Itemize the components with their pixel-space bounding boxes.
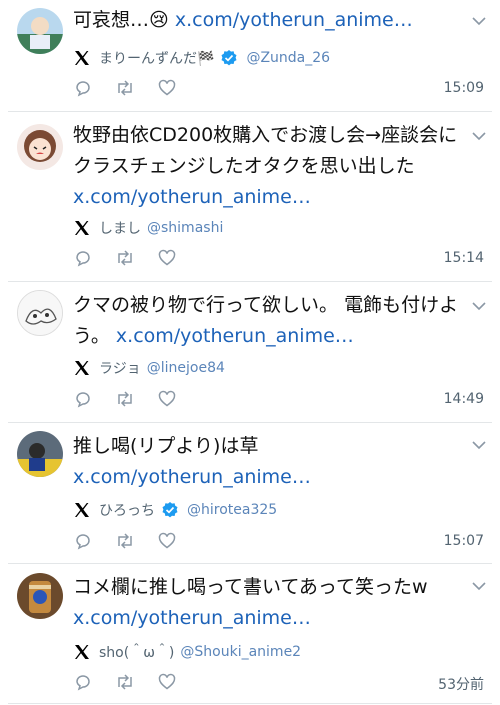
avatar[interactable] [17, 124, 63, 170]
post-body: 牧野由依CD200枚購入でお渡し会→座談会にクラスチェンジしたオタクを思い出した [73, 124, 458, 177]
chevron-down-icon[interactable] [472, 440, 486, 450]
verified-badge-icon [161, 501, 179, 519]
reply-icon[interactable] [73, 672, 93, 692]
author-name: まりーんずんだ🏁 [99, 51, 215, 67]
author-row[interactable]: まりーんずんだ🏁 @Zunda_26 [73, 47, 330, 69]
author-row[interactable]: ひろっち @hirotea325 [73, 499, 277, 521]
reply-icon[interactable] [73, 531, 93, 551]
timestamp: 15:09 [443, 80, 484, 96]
action-bar [73, 76, 199, 100]
author-name: しまし [99, 221, 141, 237]
like-icon[interactable] [157, 248, 177, 268]
retweet-icon[interactable] [115, 78, 135, 98]
timestamp: 14:49 [443, 391, 484, 407]
like-icon[interactable] [157, 389, 177, 409]
like-icon[interactable] [157, 531, 177, 551]
post-link[interactable]: x.com/yotherun_anime… [116, 325, 354, 347]
author-handle[interactable]: @shimashi [147, 220, 223, 236]
post-card[interactable]: 可哀想…😢 x.com/yotherun_anime… まりーんずんだ🏁 @Zu… [0, 0, 500, 112]
post-card[interactable]: 推し喝(リプより)は草 x.com/yotherun_anime… ひろっち @h… [0, 423, 500, 564]
post-link[interactable]: x.com/yotherun_anime… [73, 607, 311, 629]
post-body: コメ欄に推し喝って書いてあって笑ったw [73, 576, 428, 598]
avatar[interactable] [17, 8, 63, 54]
x-logo-icon [73, 643, 91, 661]
post-text: コメ欄に推し喝って書いてあって笑ったw x.com/yotherun_anime… [73, 572, 468, 634]
post-text: 可哀想…😢 x.com/yotherun_anime… [73, 5, 468, 36]
author-row[interactable]: sho(＾ω＾) @Shouki_anime2 [73, 641, 301, 663]
post-link[interactable]: x.com/yotherun_anime… [175, 9, 413, 31]
author-handle[interactable]: @linejoe84 [147, 360, 225, 376]
action-bar [73, 670, 199, 694]
post-card[interactable]: 牧野由依CD200枚購入でお渡し会→座談会にクラスチェンジしたオタクを思い出した… [0, 112, 500, 282]
like-icon[interactable] [157, 78, 177, 98]
author-handle[interactable]: @hirotea325 [187, 502, 277, 518]
author-name: ひろっち [99, 503, 155, 519]
author-name: ラジョ [99, 361, 141, 377]
retweet-icon[interactable] [115, 531, 135, 551]
x-logo-icon [73, 501, 91, 519]
author-row[interactable]: しまし @shimashi [73, 217, 223, 239]
reply-icon[interactable] [73, 389, 93, 409]
timestamp: 53分前 [438, 677, 484, 693]
post-body: 推し喝(リプより)は草 [73, 435, 259, 457]
action-bar [73, 529, 199, 553]
chevron-down-icon[interactable] [472, 16, 486, 26]
like-icon[interactable] [157, 672, 177, 692]
post-link[interactable]: x.com/yotherun_anime… [73, 186, 311, 208]
avatar[interactable] [17, 431, 63, 477]
retweet-icon[interactable] [115, 672, 135, 692]
timestamp: 15:07 [443, 533, 484, 549]
timestamp: 15:14 [443, 250, 484, 266]
avatar[interactable] [17, 290, 63, 336]
post-text: クマの被り物で行って欲しい。 電飾も付けよう。 x.com/yotherun_a… [73, 290, 468, 352]
post-body: 可哀想…😢 [73, 9, 175, 31]
action-bar [73, 246, 199, 270]
post-text: 推し喝(リプより)は草 x.com/yotherun_anime… [73, 431, 468, 493]
author-name: sho(＾ω＾) [99, 645, 175, 661]
post-card[interactable]: コメ欄に推し喝って書いてあって笑ったw x.com/yotherun_anime…… [0, 564, 500, 705]
divider [8, 703, 492, 704]
action-bar [73, 387, 199, 411]
post-card[interactable]: クマの被り物で行って欲しい。 電飾も付けよう。 x.com/yotherun_a… [0, 282, 500, 423]
x-logo-icon [73, 219, 91, 237]
chevron-down-icon[interactable] [472, 131, 486, 141]
post-link[interactable]: x.com/yotherun_anime… [73, 466, 311, 488]
chevron-down-icon[interactable] [472, 581, 486, 591]
reply-icon[interactable] [73, 78, 93, 98]
retweet-icon[interactable] [115, 248, 135, 268]
x-logo-icon [73, 49, 91, 67]
post-text: 牧野由依CD200枚購入でお渡し会→座談会にクラスチェンジしたオタクを思い出した… [73, 120, 468, 213]
verified-badge-icon [220, 49, 238, 67]
chevron-down-icon[interactable] [472, 301, 486, 311]
avatar[interactable] [17, 573, 63, 619]
author-handle[interactable]: @Shouki_anime2 [180, 644, 301, 660]
author-row[interactable]: ラジョ @linejoe84 [73, 357, 225, 379]
reply-icon[interactable] [73, 248, 93, 268]
retweet-icon[interactable] [115, 389, 135, 409]
x-logo-icon [73, 359, 91, 377]
author-handle[interactable]: @Zunda_26 [246, 50, 330, 66]
